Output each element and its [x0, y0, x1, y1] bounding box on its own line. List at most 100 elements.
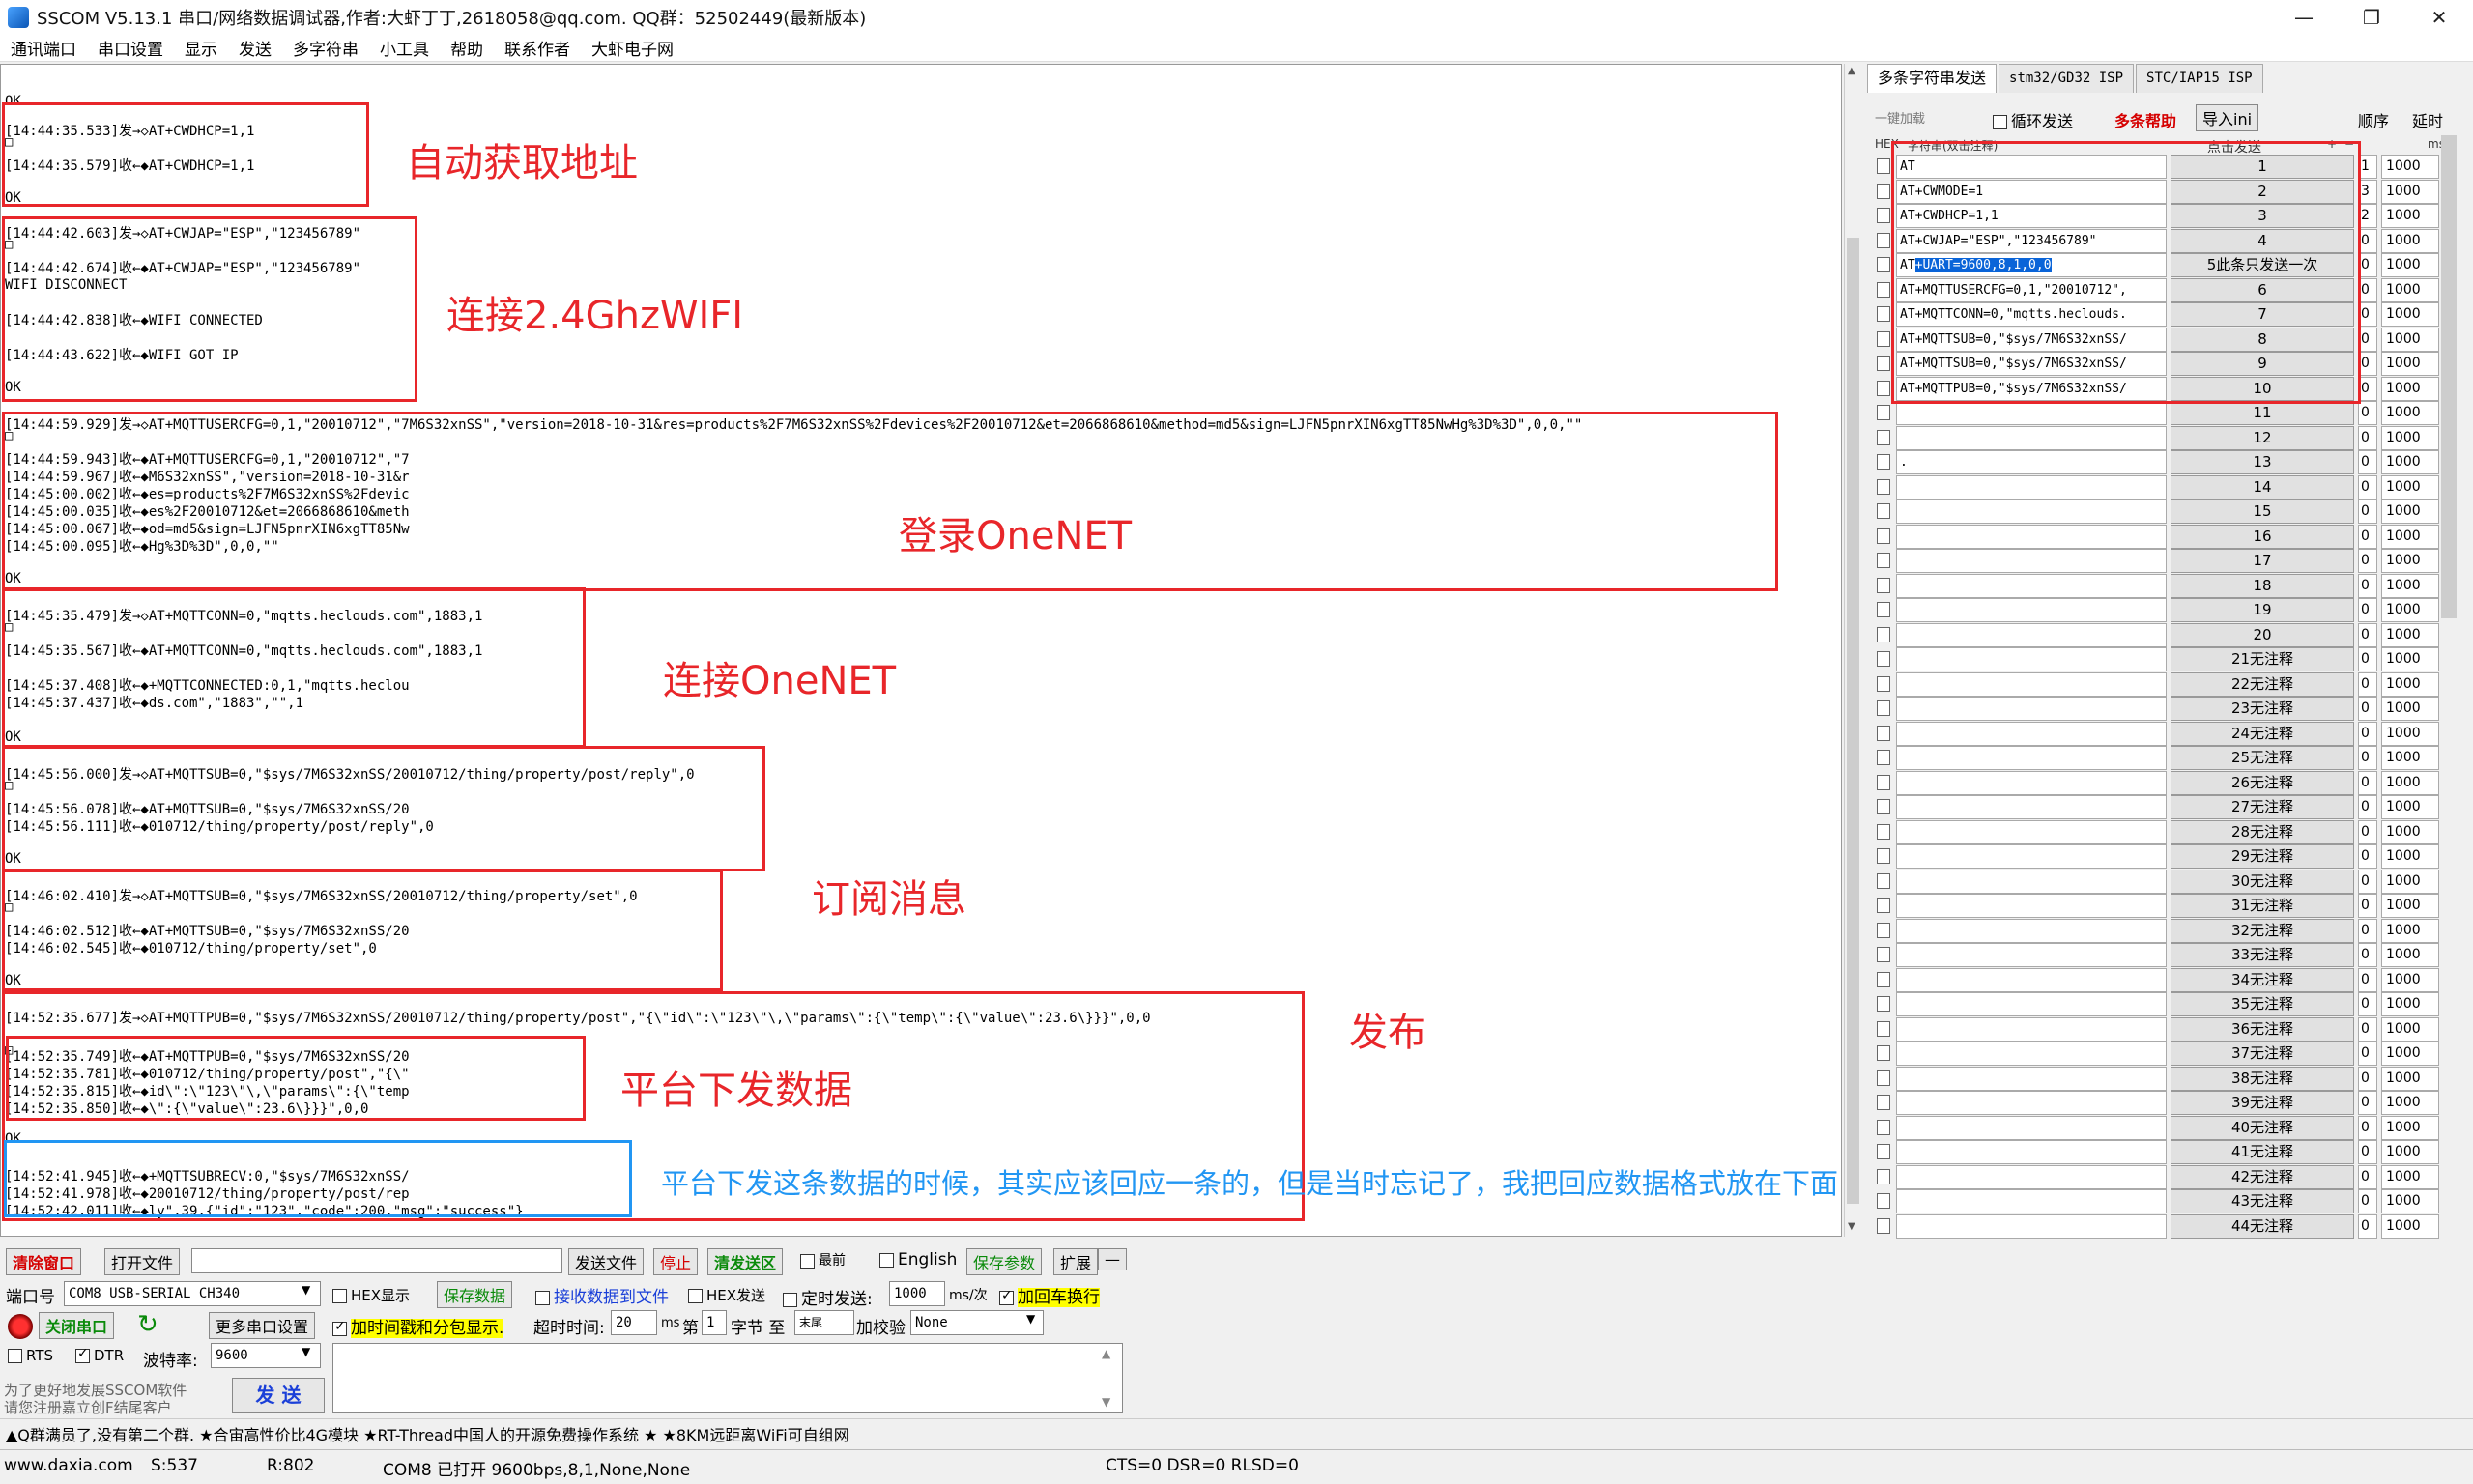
row-order-input[interactable]: 0 — [2358, 746, 2377, 770]
row-send-button[interactable]: 22无注释 — [2171, 671, 2354, 697]
command-input[interactable] — [1896, 1042, 2167, 1066]
command-input[interactable]: AT+MQTTPUB=0,"$sys/7M6S32xnSS/ — [1896, 376, 2167, 401]
row-order-input[interactable]: 0 — [2358, 869, 2377, 894]
command-input[interactable]: AT+MQTTSUB=0,"$sys/7M6S32xnSS/ — [1896, 352, 2167, 376]
row-hex-checkbox[interactable] — [1877, 1070, 1890, 1086]
row-send-button[interactable]: 6 — [2171, 277, 2354, 302]
row-hex-checkbox[interactable] — [1877, 1119, 1890, 1135]
row-send-button[interactable]: 5此条只发送一次 — [2171, 253, 2354, 277]
row-order-input[interactable]: 0 — [2358, 795, 2377, 819]
row-order-input[interactable]: 0 — [2358, 647, 2377, 671]
row-send-button[interactable]: 23无注释 — [2171, 697, 2354, 721]
menu-item-2[interactable]: 显示 — [174, 36, 228, 60]
row-send-button[interactable]: 2 — [2171, 179, 2354, 204]
command-input[interactable] — [1896, 746, 2167, 770]
log-scrollbar[interactable]: ▲ ▼ — [1844, 64, 1861, 1237]
row-delay-input[interactable]: 1000 — [2381, 549, 2439, 573]
row-order-input[interactable]: 0 — [2358, 894, 2377, 918]
row-order-input[interactable]: 0 — [2358, 573, 2377, 598]
file-path-input[interactable] — [191, 1248, 562, 1273]
timed-send-checkbox[interactable]: 定时发送: — [783, 1285, 873, 1309]
row-send-button[interactable]: 18 — [2171, 573, 2354, 598]
status-website[interactable]: www.daxia.com — [4, 1456, 133, 1475]
row-hex-checkbox[interactable] — [1877, 306, 1890, 322]
topmost-check[interactable] — [800, 1253, 815, 1269]
menu-item-4[interactable]: 多字符串 — [282, 36, 369, 60]
row-hex-checkbox[interactable] — [1877, 651, 1890, 667]
send-scroll-down-icon[interactable]: ▼ — [1102, 1395, 1110, 1409]
command-input[interactable] — [1896, 844, 2167, 869]
row-delay-input[interactable]: 1000 — [2381, 425, 2439, 450]
add-crlf-check[interactable] — [999, 1288, 1014, 1305]
row-order-input[interactable]: 0 — [2358, 1140, 2377, 1164]
row-hex-checkbox[interactable] — [1877, 1193, 1890, 1209]
row-hex-checkbox[interactable] — [1877, 429, 1890, 445]
command-input[interactable] — [1896, 1115, 2167, 1140]
row-order-input[interactable]: 0 — [2358, 622, 2377, 647]
row-send-button[interactable]: 42无注释 — [2171, 1164, 2354, 1189]
row-order-input[interactable]: 0 — [2358, 1213, 2377, 1239]
row-order-input[interactable]: 0 — [2358, 943, 2377, 967]
row-hex-checkbox[interactable] — [1877, 971, 1890, 987]
command-input[interactable] — [1896, 474, 2167, 499]
row-order-input[interactable]: 0 — [2358, 598, 2377, 622]
row-delay-input[interactable]: 1000 — [2381, 1066, 2439, 1091]
row-send-button[interactable]: 33无注释 — [2171, 943, 2354, 967]
receive-log[interactable]: OK [14:44:35.533]发→◇AT+CWDHCP=1,1 □ [14:44:… — [0, 64, 1842, 1237]
clear-window-button[interactable]: 清除窗口 — [6, 1248, 82, 1275]
row-order-input[interactable]: 0 — [2358, 1042, 2377, 1066]
fast-add-button[interactable]: 一键加载 — [1875, 108, 1925, 127]
row-delay-input[interactable]: 1000 — [2381, 795, 2439, 819]
row-order-input[interactable]: 0 — [2358, 1189, 2377, 1213]
row-delay-input[interactable]: 1000 — [2381, 401, 2439, 425]
row-delay-input[interactable]: 1000 — [2381, 697, 2439, 721]
row-order-input[interactable]: 2 — [2358, 204, 2377, 228]
command-input[interactable] — [1896, 573, 2167, 598]
row-order-input[interactable]: 0 — [2358, 352, 2377, 376]
command-input[interactable] — [1896, 967, 2167, 992]
row-hex-checkbox[interactable] — [1877, 1217, 1890, 1234]
rts-check[interactable] — [8, 1349, 22, 1363]
row-delay-input[interactable]: 1000 — [2381, 155, 2439, 179]
hex-send-checkbox[interactable]: HEX发送 — [688, 1285, 765, 1305]
scroll-up-icon[interactable]: ▲ — [1848, 66, 1855, 76]
command-input[interactable]: AT — [1896, 155, 2167, 179]
row-send-button[interactable]: 36无注释 — [2171, 1016, 2354, 1042]
row-order-input[interactable]: 0 — [2358, 499, 2377, 524]
command-input[interactable] — [1896, 549, 2167, 573]
timed-send-check[interactable] — [783, 1292, 797, 1307]
row-send-button[interactable]: 19 — [2171, 598, 2354, 622]
row-send-button[interactable]: 29无注释 — [2171, 844, 2354, 869]
row-delay-input[interactable]: 1000 — [2381, 1189, 2439, 1213]
row-hex-checkbox[interactable] — [1877, 405, 1890, 420]
row-delay-input[interactable]: 1000 — [2381, 1213, 2439, 1239]
row-delay-input[interactable]: 1000 — [2381, 1042, 2439, 1066]
command-input[interactable] — [1896, 819, 2167, 844]
row-send-button[interactable]: 44无注释 — [2171, 1213, 2354, 1239]
close-button[interactable]: ✕ — [2405, 0, 2473, 35]
english-check[interactable] — [879, 1252, 894, 1268]
row-order-input[interactable]: 0 — [2358, 1066, 2377, 1091]
row-hex-checkbox[interactable] — [1877, 848, 1890, 864]
command-input[interactable] — [1896, 795, 2167, 819]
row-order-input[interactable]: 0 — [2358, 819, 2377, 844]
tab-stc-isp[interactable]: STC/IAP15 ISP — [2136, 64, 2263, 93]
row-delay-input[interactable]: 1000 — [2381, 327, 2439, 352]
row-delay-input[interactable]: 1000 — [2381, 1140, 2439, 1164]
loop-send-checkbox[interactable]: 循环发送 — [1993, 108, 2073, 131]
command-input[interactable]: AT+MQTTUSERCFG=0,1,"20010712", — [1896, 277, 2167, 302]
row-delay-input[interactable]: 1000 — [2381, 770, 2439, 795]
row-delay-input[interactable]: 1000 — [2381, 352, 2439, 376]
row-delay-input[interactable]: 1000 — [2381, 524, 2439, 549]
loop-send-check[interactable] — [1993, 115, 2007, 129]
ad-bar[interactable]: ▲Q群满员了,没有第二个群. ★合宙高性价比4G模块 ★RT-Thread中国人… — [0, 1418, 2473, 1447]
log-scroll-thumb[interactable] — [1847, 238, 1859, 1204]
command-input[interactable] — [1896, 1164, 2167, 1189]
command-input[interactable]: AT+MQTTCONN=0,"mqtts.heclouds. — [1896, 302, 2167, 327]
row-hex-checkbox[interactable] — [1877, 675, 1890, 692]
collapse-button[interactable]: — — [1098, 1248, 1127, 1270]
row-send-button[interactable]: 43无注释 — [2171, 1189, 2354, 1213]
row-hex-checkbox[interactable] — [1877, 553, 1890, 568]
row-delay-input[interactable]: 1000 — [2381, 671, 2439, 697]
col-minus-icon[interactable]: − — [2344, 137, 2354, 151]
